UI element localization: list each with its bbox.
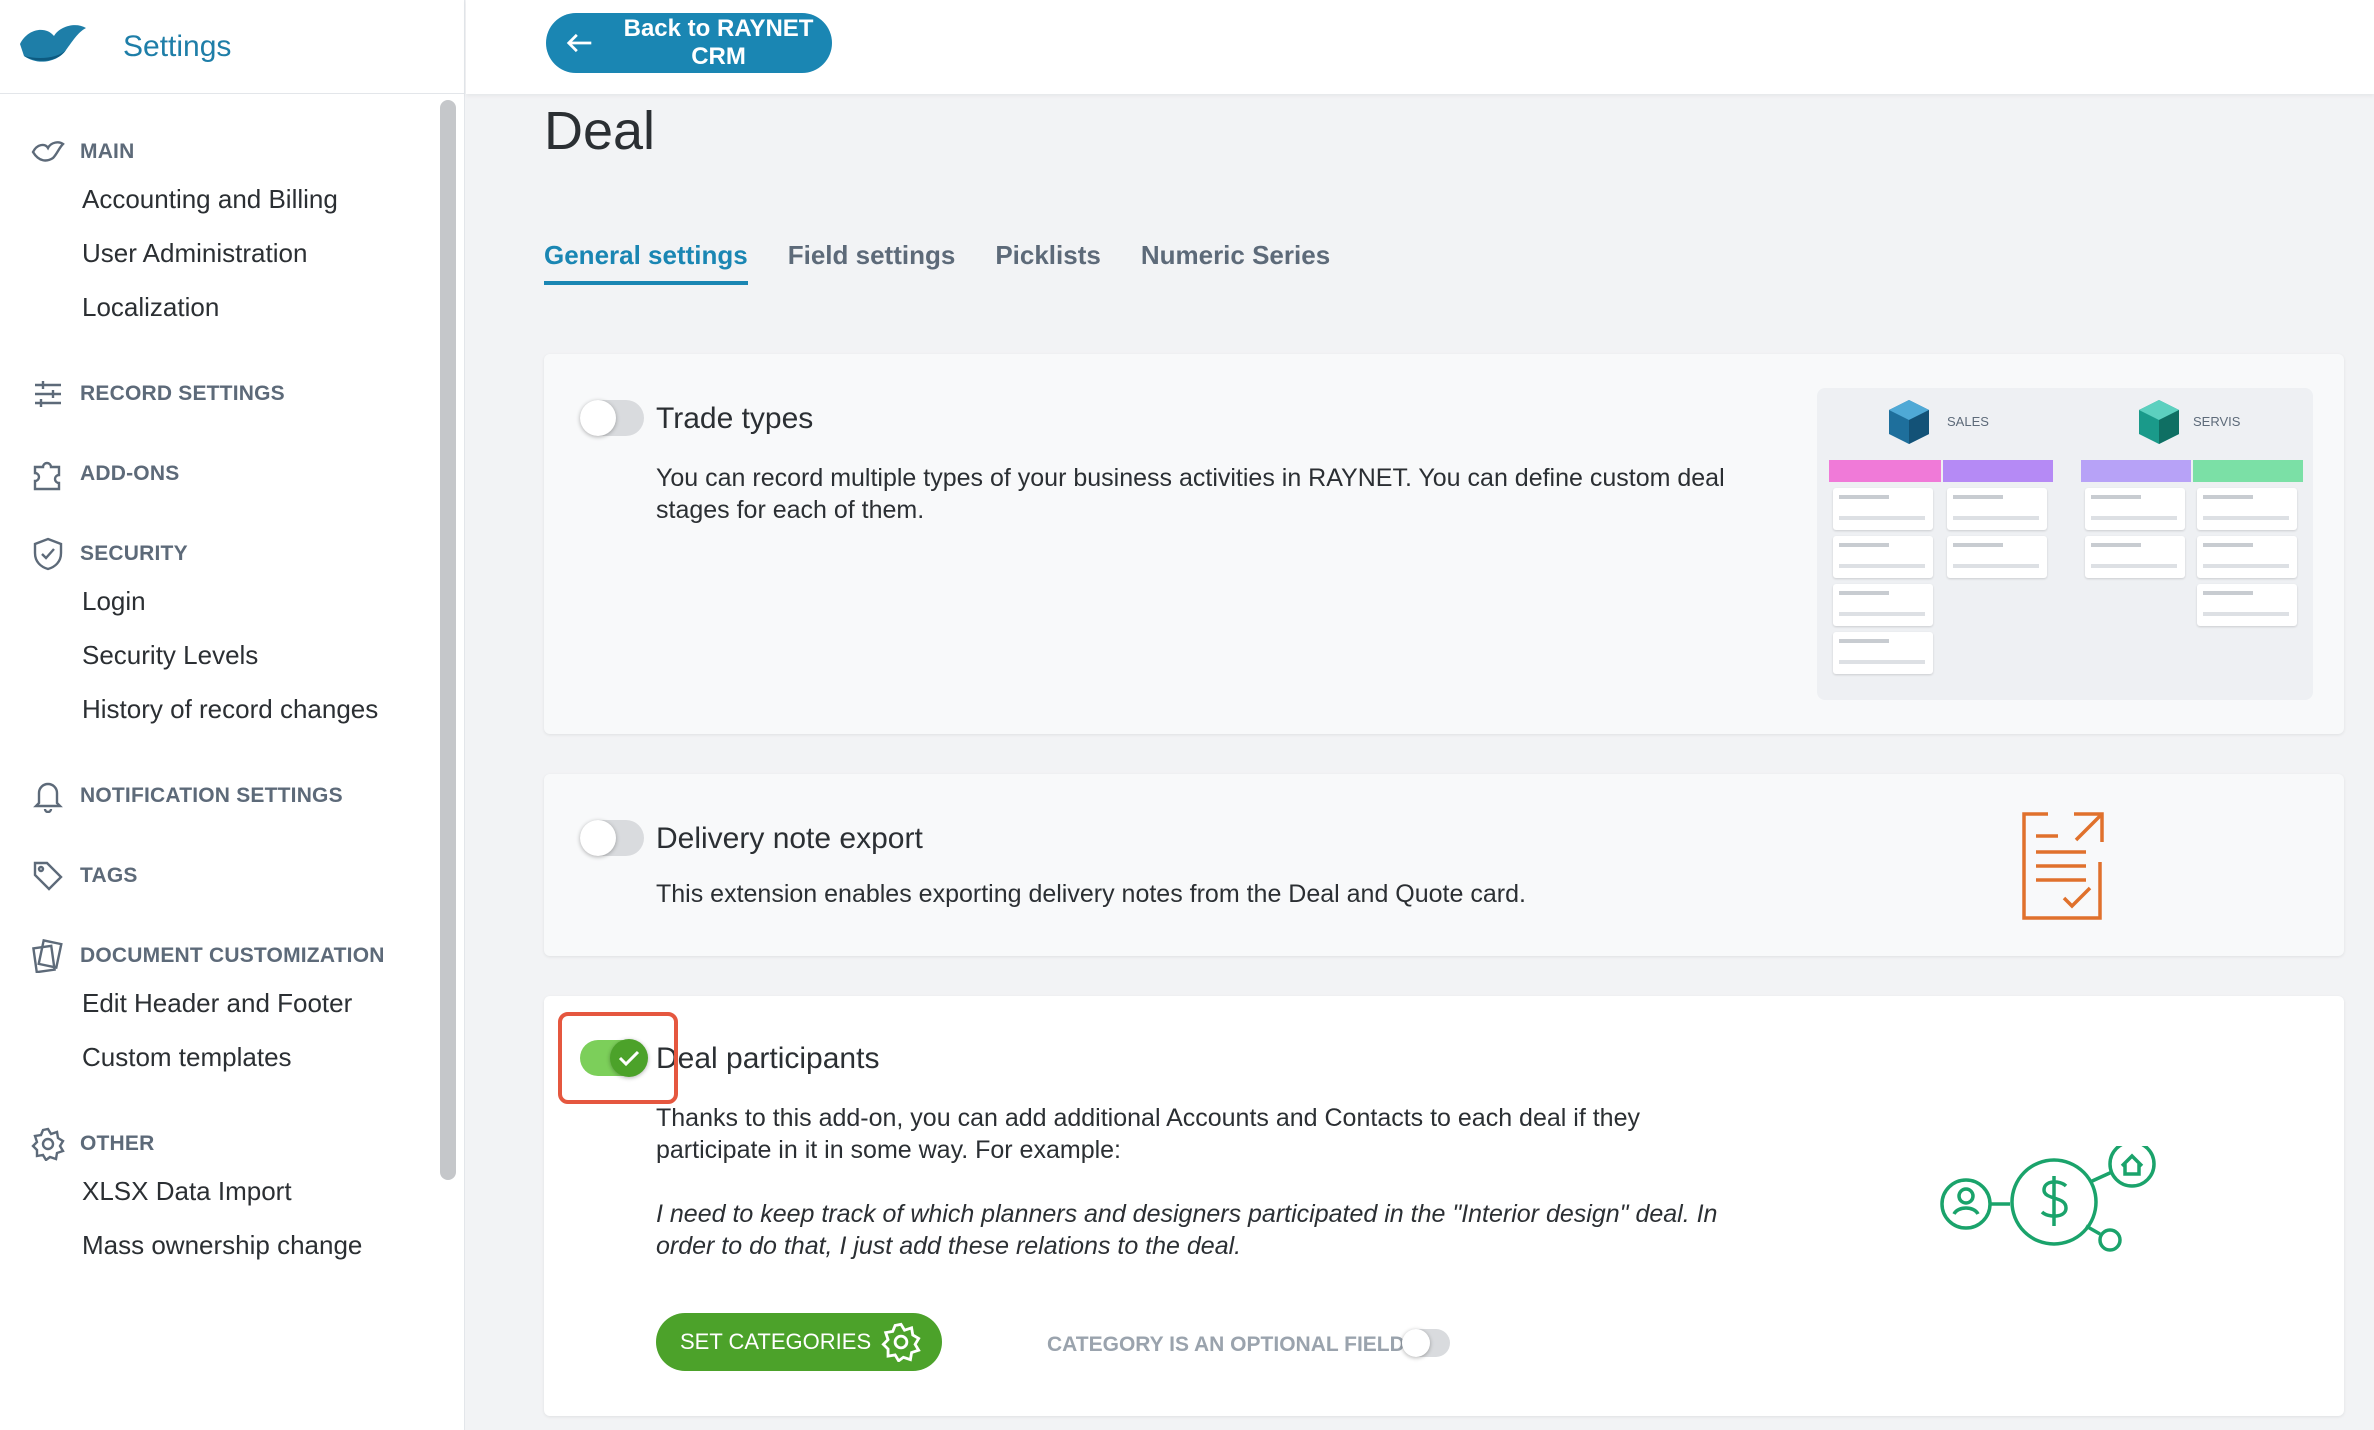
section-label: NOTIFICATION SETTINGS xyxy=(80,784,343,807)
nav-item-edit-header-footer[interactable]: Edit Header and Footer xyxy=(0,976,434,1030)
raynet-logo[interactable] xyxy=(18,22,88,71)
stage-header xyxy=(1829,460,1941,482)
settings-tabs: General settings Field settings Picklist… xyxy=(544,240,1370,285)
nav-item-login[interactable]: Login xyxy=(0,574,434,628)
nav-item-accounting-billing[interactable]: Accounting and Billing xyxy=(0,172,434,226)
deal-participants-card: Deal participants Thanks to this add-on,… xyxy=(544,996,2344,1416)
back-to-crm-button[interactable]: Back to RAYNET CRM xyxy=(546,13,832,73)
back-button-label: Back to RAYNET CRM xyxy=(623,15,814,70)
mini-deal-card xyxy=(1947,536,2047,578)
nav-item-user-administration[interactable]: User Administration xyxy=(0,226,434,280)
pipeline-label-servis: SERVIS xyxy=(2193,414,2241,429)
trade-types-title: Trade types xyxy=(656,402,814,435)
mini-deal-card xyxy=(2197,488,2297,530)
mini-deal-card xyxy=(1833,488,1933,530)
delivery-note-card: Delivery note export This extension enab… xyxy=(544,774,2344,956)
shield-icon xyxy=(30,536,66,572)
mini-deal-card xyxy=(1833,632,1933,674)
sliders-icon xyxy=(30,376,66,412)
stage-header xyxy=(2193,460,2303,482)
trade-types-toggle[interactable] xyxy=(580,400,644,436)
mini-deal-card xyxy=(2197,536,2297,578)
pipeline-label-sales: SALES xyxy=(1947,414,1989,429)
document-export-icon xyxy=(2022,812,2104,920)
documents-icon xyxy=(30,938,66,974)
stage-header xyxy=(1943,460,2053,482)
mini-deal-card xyxy=(1833,536,1933,578)
tag-icon xyxy=(30,858,66,894)
bell-icon xyxy=(30,778,66,814)
gear-icon xyxy=(881,1322,921,1362)
sidebar-scrollbar[interactable] xyxy=(440,100,456,1180)
section-label: SECURITY xyxy=(80,542,188,565)
tab-numeric-series[interactable]: Numeric Series xyxy=(1141,240,1330,285)
tab-field-settings[interactable]: Field settings xyxy=(788,240,956,285)
gear-icon xyxy=(30,1126,66,1162)
section-record-settings[interactable]: RECORD SETTINGS xyxy=(0,374,434,414)
arrow-left-icon xyxy=(566,33,592,53)
set-categories-label: SET CATEGORIES xyxy=(680,1329,872,1354)
brand-title: Settings xyxy=(123,29,232,63)
mini-deal-card xyxy=(2085,488,2185,530)
section-label: DOCUMENT CUSTOMIZATION xyxy=(80,944,385,967)
stage-header xyxy=(2081,460,2191,482)
mini-deal-card xyxy=(1947,488,2047,530)
section-add-ons[interactable]: ADD-ONS xyxy=(0,454,434,494)
section-label: OTHER xyxy=(80,1132,155,1155)
section-security[interactable]: SECURITY xyxy=(0,534,434,574)
deal-participants-description: Thanks to this add-on, you can add addit… xyxy=(656,1104,1640,1164)
servis-cube-icon xyxy=(2139,400,2179,444)
set-categories-button[interactable]: SET CATEGORIES xyxy=(656,1313,942,1371)
category-optional-label: CATEGORY IS AN OPTIONAL FIELD xyxy=(1047,1333,1405,1356)
participants-network-icon xyxy=(1940,1146,2156,1252)
mini-deal-card xyxy=(1833,584,1933,626)
brand-header: Settings xyxy=(0,0,464,94)
nav-item-custom-templates[interactable]: Custom templates xyxy=(0,1030,434,1084)
section-notification-settings[interactable]: NOTIFICATION SETTINGS xyxy=(0,776,434,816)
nav-item-localization[interactable]: Localization xyxy=(0,280,434,334)
section-document-customization[interactable]: DOCUMENT CUSTOMIZATION xyxy=(0,936,434,976)
trade-types-description: You can record multiple types of your bu… xyxy=(656,464,1725,524)
delivery-note-title: Delivery note export xyxy=(656,822,923,855)
delivery-note-toggle[interactable] xyxy=(580,820,644,856)
toggle-knob xyxy=(1402,1329,1430,1357)
mini-deal-card xyxy=(2085,536,2185,578)
page-title: Deal xyxy=(544,101,656,161)
category-optional-toggle[interactable] xyxy=(1402,1329,1450,1357)
section-main[interactable]: MAIN xyxy=(0,132,434,172)
section-tags[interactable]: TAGS xyxy=(0,856,434,896)
deal-participants-example: I need to keep track of which planners a… xyxy=(656,1200,1718,1260)
section-label: RECORD SETTINGS xyxy=(80,382,285,405)
toggle-knob xyxy=(580,820,616,856)
toggle-knob xyxy=(580,400,616,436)
sales-cube-icon xyxy=(1889,400,1929,444)
nav-item-history-record-changes[interactable]: History of record changes xyxy=(0,682,434,736)
section-other[interactable]: OTHER xyxy=(0,1124,434,1164)
delivery-note-description: This extension enables exporting deliver… xyxy=(656,880,1526,908)
sidebar: Settings MAIN Accounting and Billing Use… xyxy=(0,0,465,1430)
section-label: ADD-ONS xyxy=(80,462,180,485)
trade-types-card: Trade types You can record multiple type… xyxy=(544,354,2344,734)
nav-item-mass-ownership-change[interactable]: Mass ownership change xyxy=(0,1218,434,1272)
section-label: TAGS xyxy=(80,864,138,887)
highlight-annotation xyxy=(558,1012,678,1104)
top-bar: Back to RAYNET CRM xyxy=(466,0,2374,94)
deal-participants-title: Deal participants xyxy=(656,1042,880,1075)
settings-nav: MAIN Accounting and Billing User Adminis… xyxy=(0,94,434,1430)
section-label: MAIN xyxy=(80,140,135,163)
puzzle-icon xyxy=(30,456,66,492)
tab-general-settings[interactable]: General settings xyxy=(544,240,748,285)
trade-types-illustration: SALES SERVIS xyxy=(1817,388,2313,700)
main-icon xyxy=(30,134,66,170)
mini-deal-card xyxy=(2197,584,2297,626)
nav-item-xlsx-import[interactable]: XLSX Data Import xyxy=(0,1164,434,1218)
tab-picklists[interactable]: Picklists xyxy=(995,240,1101,285)
nav-item-security-levels[interactable]: Security Levels xyxy=(0,628,434,682)
